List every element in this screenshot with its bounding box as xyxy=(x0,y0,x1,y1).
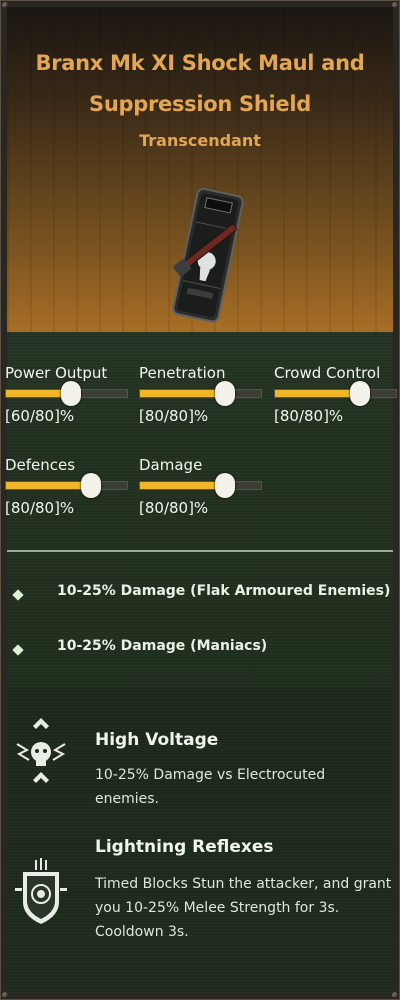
perks-panel: High Voltage 10-25% Damage vs Electrocut… xyxy=(7,688,393,993)
blessing-item: 10-25% Damage (Flak Armoured Enemies) xyxy=(7,583,393,613)
stat-bar xyxy=(5,473,128,498)
weapon-image xyxy=(172,187,244,323)
stat-penetration: Penetration [80/80]% xyxy=(139,340,264,425)
stat-value: [80/80]% xyxy=(139,499,209,517)
stat-crowd-control: Crowd Control [80/80]% xyxy=(274,340,399,425)
perk-description: 10-25% Damage vs Electrocuted enemies. xyxy=(95,767,326,807)
stat-label: Penetration xyxy=(139,364,226,382)
stat-damage: Damage [80/80]% xyxy=(139,432,264,517)
perk-title: Lightning Reflexes xyxy=(95,837,274,857)
stat-label: Defences xyxy=(5,456,76,474)
item-name: Branx Mk XI Shock Maul and Suppression S… xyxy=(7,43,393,125)
stat-value: [80/80]% xyxy=(139,407,209,425)
stat-bar-fill xyxy=(140,482,225,489)
stat-bar xyxy=(139,381,262,406)
item-name-line-2: Suppression Shield xyxy=(89,92,311,116)
stat-slider-knob xyxy=(214,381,235,406)
blessing-item: 10-25% Damage (Maniacs) xyxy=(7,638,393,668)
stat-bar-fill xyxy=(275,390,360,397)
stat-label: Crowd Control xyxy=(274,364,381,382)
perk-title: High Voltage xyxy=(95,730,219,750)
section-divider xyxy=(7,550,393,552)
stat-value: [80/80]% xyxy=(5,499,75,517)
stat-label: Damage xyxy=(139,456,203,474)
stats-panel: Power Output [60/80]% Penetration [80/80… xyxy=(0,340,400,550)
item-rarity: Transcendant xyxy=(139,131,261,150)
stat-value: [60/80]% xyxy=(5,407,75,425)
item-header: Branx Mk XI Shock Maul and Suppression S… xyxy=(7,7,393,332)
diamond-bullet-icon xyxy=(12,644,24,656)
stat-bar xyxy=(139,473,262,498)
stat-defences: Defences [80/80]% xyxy=(5,432,130,517)
stat-power-output: Power Output [60/80]% xyxy=(5,340,130,425)
perk-description: Timed Blocks Stun the attacker, and gran… xyxy=(95,876,392,940)
stat-bar-fill xyxy=(6,482,91,489)
stat-value: [80/80]% xyxy=(274,407,344,425)
high-voltage-icon xyxy=(16,718,66,783)
stat-label: Power Output xyxy=(5,364,108,382)
stat-slider-knob xyxy=(214,473,235,498)
stat-slider-knob xyxy=(349,381,370,406)
blessing-text: 10-25% Damage (Flak Armoured Enemies) xyxy=(57,583,391,599)
stat-bar xyxy=(274,381,397,406)
item-name-line-1: Branx Mk XI Shock Maul and xyxy=(35,51,365,75)
lightning-reflexes-icon xyxy=(15,858,67,924)
stat-bar xyxy=(5,381,128,406)
blessings-list: 10-25% Damage (Flak Armoured Enemies) 10… xyxy=(7,554,393,684)
blessing-text: 10-25% Damage (Maniacs) xyxy=(57,638,268,654)
stat-slider-knob xyxy=(80,473,101,498)
stat-slider-knob xyxy=(61,381,82,406)
stat-bar-fill xyxy=(140,390,225,397)
diamond-bullet-icon xyxy=(12,589,24,601)
